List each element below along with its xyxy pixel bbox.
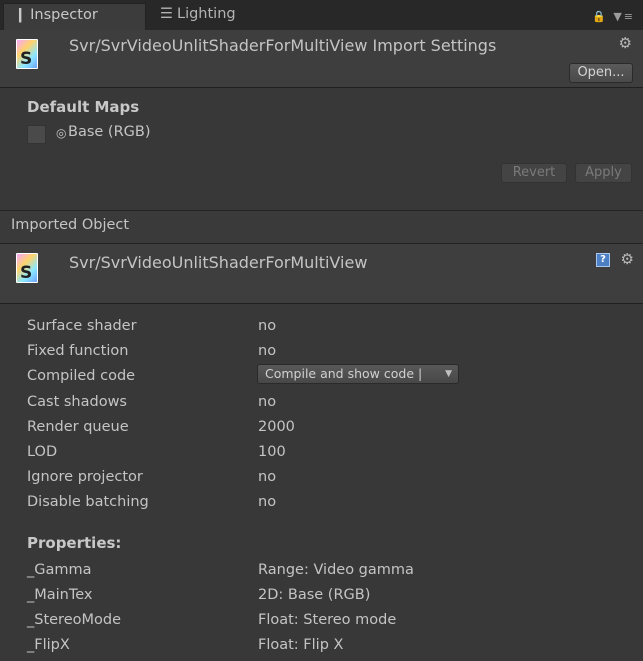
lighting-icon: ☰ — [160, 6, 173, 22]
tab-inspector[interactable]: ❙ Inspector — [3, 3, 146, 30]
open-button[interactable]: Open... — [569, 63, 633, 83]
gear-icon[interactable]: ⚙ — [621, 250, 634, 268]
info-row: Render queue 2000 — [27, 419, 295, 435]
default-maps-title: Default Maps — [27, 98, 140, 116]
imported-object-title: Svr/SvrVideoUnlitShaderForMultiView — [69, 253, 368, 272]
info-row: Compiled code Compile and show code | ▼ — [0, 364, 643, 392]
properties-title: Properties: — [27, 534, 122, 552]
info-row: LOD 100 — [27, 444, 286, 460]
import-settings-title: Svr/SvrVideoUnlitShaderForMultiView Impo… — [69, 36, 497, 55]
info-row: Cast shadows no — [27, 394, 277, 410]
gear-icon[interactable]: ⚙ — [619, 34, 632, 52]
tab-inspector-label: Inspector — [30, 7, 98, 23]
tab-lighting[interactable]: ☰ Lighting — [148, 3, 278, 30]
texture-slot[interactable] — [27, 125, 46, 144]
property-row: _FlipX Float: Flip X — [27, 637, 344, 653]
tab-controls: 🔒 ▼≡ — [592, 10, 635, 23]
imported-object-header: S Svr/SvrVideoUnlitShaderForMultiView ? … — [0, 243, 643, 304]
shader-file-icon: S — [16, 39, 38, 69]
apply-button[interactable]: Apply — [575, 163, 632, 183]
lock-icon[interactable]: 🔒 — [592, 10, 608, 23]
compile-and-show-code-button[interactable]: Compile and show code | ▼ — [257, 364, 459, 384]
shader-asset-icon: S — [16, 253, 38, 283]
info-row: Surface shader no — [27, 318, 277, 334]
tab-menu-icon[interactable]: ▼≡ — [613, 10, 635, 23]
info-icon: ❙ — [14, 7, 27, 23]
base-map-label: Base (RGB) — [68, 124, 151, 140]
info-row: Disable batching no — [27, 494, 277, 510]
revert-button[interactable]: Revert — [501, 163, 567, 183]
dropdown-arrow-icon[interactable]: ▼ — [445, 365, 452, 383]
tab-lighting-label: Lighting — [177, 6, 236, 22]
property-row: _MainTex 2D: Base (RGB) — [27, 587, 371, 603]
property-row: _Gamma Range: Video gamma — [27, 562, 414, 578]
import-settings-header: S Svr/SvrVideoUnlitShaderForMultiView Im… — [0, 30, 643, 88]
default-maps-section: Default Maps ◎ Base (RGB) Revert Apply — [0, 88, 643, 211]
object-picker-icon[interactable]: ◎ — [56, 126, 66, 140]
help-icon[interactable]: ? — [596, 253, 610, 267]
property-row: _StereoMode Float: Stereo mode — [27, 612, 397, 628]
info-row: Ignore projector no — [27, 469, 277, 485]
imported-object-label: Imported Object — [0, 211, 643, 243]
tab-bar: ❙ Inspector ☰ Lighting 🔒 ▼≡ — [0, 0, 643, 30]
